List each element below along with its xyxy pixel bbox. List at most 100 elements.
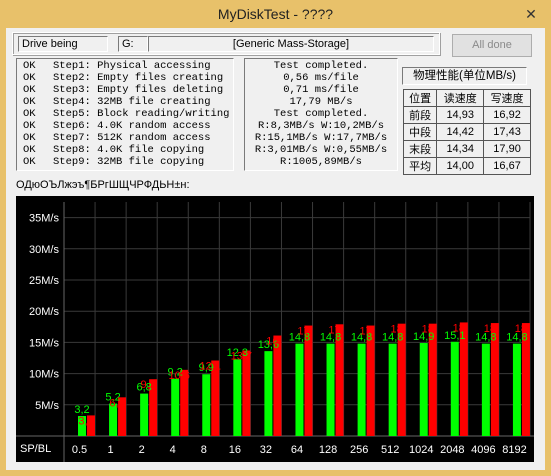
step-text: Step7: 512K random access [53,132,211,144]
results-log: Test completed. 0,56 ms/file 0,71 ms/file 1… [244,58,398,171]
perf-header: 位置 [402,89,438,107]
step-row: OK Step2: Empty files creating [23,72,233,84]
perf-cell: 中段 [402,123,438,141]
close-icon[interactable]: ✕ [523,6,539,22]
perf-cell: 末段 [402,140,438,158]
perf-table: 位置 读速度 写速度 前段 14,93 16,92 中段 14,42 17,43 末段 14,34 1… [402,89,531,175]
step-status: OK [23,108,36,120]
step-text: Step2: Empty files creating [53,72,224,84]
window-title: MyDiskTest - ???? [217,6,334,22]
read-bar [233,359,242,436]
step-text: Step5: Block reading/writing [53,108,230,120]
perf-header: 写速度 [483,89,531,107]
perf-row: 前段 14,93 16,92 [402,106,531,124]
perf-cell: 14,00 [436,157,485,175]
step-status: OK [23,84,36,96]
x-tick-label: 2048 [440,444,464,456]
read-bar [388,343,397,436]
x-tick-label: 0.5 [72,444,87,456]
step-status: OK [23,60,36,72]
chart-svg: 5M/s 10M/s 15M/s 20M/s 25M/s 30M/s 35M/s SP/BL 0… [16,202,534,462]
step-text: Step3: Empty files deleting [53,84,224,96]
result-row: 0,71 ms/file [283,84,359,96]
x-tick-label: 128 [319,444,337,456]
perf-cell: 16,92 [483,106,531,124]
write-data-label: 18 [484,323,496,335]
y-tick-label: 20M/s [29,306,59,318]
step-text: Step1: Physical accessing [53,60,211,72]
write-data-label: 9,1 [140,379,155,391]
result-row: 0,56 ms/file [283,72,359,84]
perf-cell: 17,90 [483,140,531,158]
perf-title: 物理性能(单位MB/s) [402,67,527,85]
x-corner-label: SP/BL [20,443,51,455]
result-row: R:15,1MB/s W:17,7MB/s [254,132,388,144]
drive-letter-field: G: [118,36,148,52]
step-row: OK Step1: Physical accessing [23,60,233,72]
step-status: OK [23,120,36,132]
y-tick-label: 35M/s [29,213,59,225]
step-status: OK [23,132,36,144]
chart-caption: ОДюОЪЛжэъ¶БРгШЩЧРФДЬН±н: [16,179,190,191]
step-row: OK Step5: Block reading/writing [23,108,233,120]
x-tick-label: 4 [170,444,176,456]
write-data-label: 16 [266,336,278,348]
device-name-field: [Generic Mass-Storage] [148,36,434,52]
step-row: OK Step9: 32MB file copying [23,156,233,168]
result-row: R:1005,89MB/s [280,156,362,168]
x-tick-label: 1024 [409,444,433,456]
write-data-label: 18 [453,322,465,334]
x-tick-label: 64 [291,444,303,456]
all-done-button[interactable]: All done [452,34,532,57]
read-bar [140,393,149,436]
x-tick-label: 1 [108,444,114,456]
perf-cell: 16,67 [483,157,531,175]
y-tick-label: 30M/s [29,244,59,256]
title-bar[interactable]: MyDiskTest - ???? ✕ [0,0,551,28]
read-bar [171,378,180,436]
step-text: Step6: 4.0K random access [53,120,211,132]
write-data-label: 18 [515,323,527,335]
step-row: OK Step4: 32MB file creating [23,96,233,108]
write-data-label: 10,6 [168,370,189,382]
write-data-label: 17 [359,326,371,338]
step-status: OK [23,144,36,156]
step-text: Step8: 4.0K file copying [53,144,205,156]
x-tick-label: 16 [229,444,241,456]
perf-row: 平均 14,00 16,67 [402,157,531,175]
x-tick-label: 4096 [471,444,495,456]
step-row: OK Step8: 4.0K file copying [23,144,233,156]
y-tick-label: 15M/s [29,337,59,349]
result-row: Test completed. [273,108,369,120]
read-bar [419,343,428,436]
step-text: Step9: 32MB file copying [53,156,205,168]
step-row: OK Step6: 4.0K random access [23,120,233,132]
write-data-label: 13,7 [231,351,252,363]
read-bar [512,343,521,436]
step-status: OK [23,72,36,84]
x-tick-label: 2 [139,444,145,456]
perf-header: 读速度 [436,89,485,107]
write-data-label: 18 [422,324,434,336]
perf-cell: 17,43 [483,123,531,141]
result-row: 17,79 MB/s [289,96,353,108]
write-data-label: 18 [391,324,403,336]
write-data-label: 3,3 [78,415,93,427]
perf-row: 末段 14,34 17,90 [402,140,531,158]
x-tick-label: 8192 [502,444,526,456]
y-tick-label: 5M/s [35,400,59,412]
write-data-label: 12,1 [200,360,221,372]
x-tick-label: 256 [350,444,368,456]
client-area: Drive being G: [Generic Mass-Storage] Al… [6,28,545,470]
read-bar [264,351,273,436]
result-row: Test completed. [273,60,369,72]
read-bar [481,343,490,436]
perf-cell: 14,42 [436,123,485,141]
read-bar [450,341,459,436]
write-data-label: 17 [328,324,340,336]
perf-cell: 14,34 [436,140,485,158]
step-row: OK Step7: 512K random access [23,132,233,144]
write-data-label: 6,2 [109,397,124,409]
x-tick-label: 8 [201,444,207,456]
step-text: Step4: 32MB file creating [53,96,211,108]
